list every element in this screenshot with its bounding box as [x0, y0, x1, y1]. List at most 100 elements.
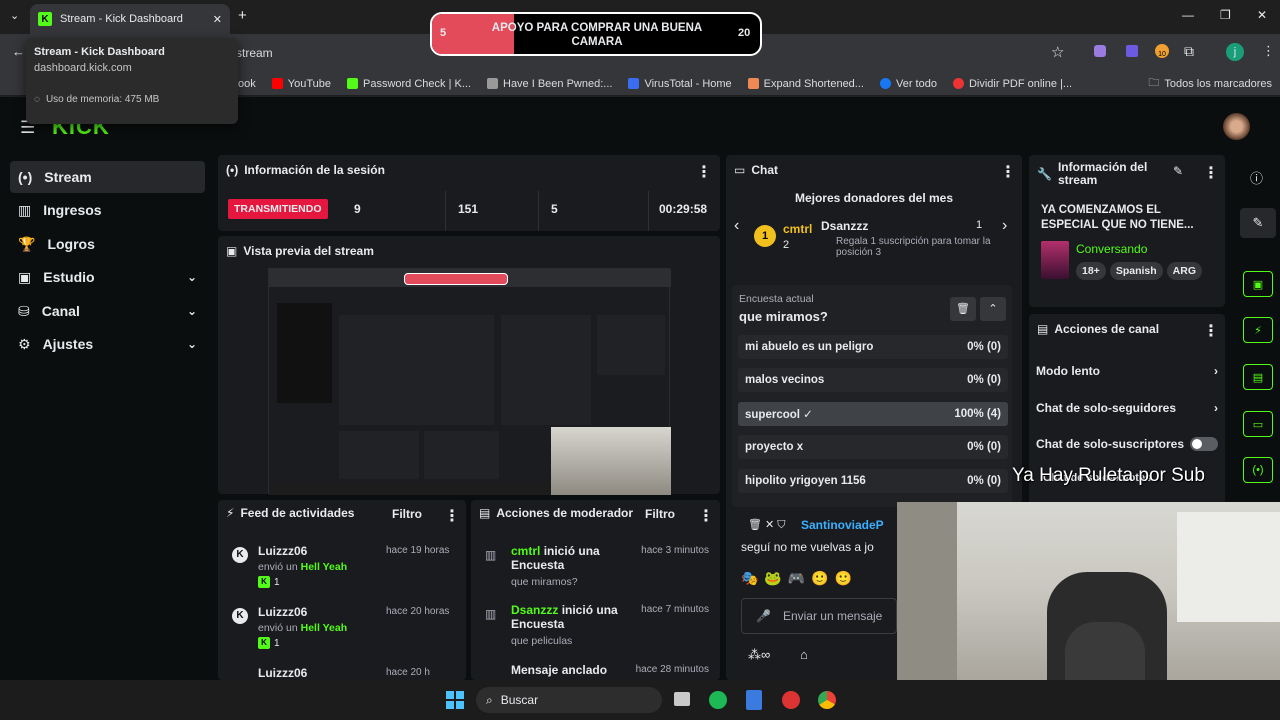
subs-only-row[interactable]: Chat de solo-suscriptores [1036, 437, 1218, 451]
menu-kebab-icon[interactable]: ⋮ [1262, 43, 1275, 59]
activity-feed-panel: ⚡ Feed de actividades Filtro ⋮ K Luizzz06… [218, 500, 466, 680]
notes-icon[interactable]: ▤ [1243, 364, 1273, 390]
chat-username[interactable]: SantinoviadeP [801, 518, 884, 532]
spotify-icon[interactable] [709, 691, 727, 709]
trash-icon[interactable]: 🗑 [950, 297, 976, 321]
gift-icon[interactable]: ⌂ [800, 647, 808, 662]
poll-option[interactable]: mi abuelo es un peligro 0% (0) [738, 335, 1008, 359]
minimize-icon[interactable]: — [1182, 8, 1194, 22]
goal-current: 5 [440, 27, 447, 39]
stream-preview-video[interactable] [268, 268, 671, 495]
all-bookmarks[interactable]: 🗀 Todos los marcadores [1148, 74, 1272, 93]
poll-option[interactable]: hipolito yrigoyen 1156 0% (0) [738, 469, 1008, 493]
donors-title: Mejores donadores del mes [794, 191, 954, 205]
chat-input[interactable]: 🎤 Enviar un mensaje [741, 598, 897, 634]
bookmark-item[interactable]: Dividir PDF online |... [952, 78, 1072, 90]
kick-favicon-icon: K [38, 12, 52, 26]
chevron-left-icon[interactable]: ‹ [734, 217, 739, 235]
sidebar-item-logros[interactable]: 🏆 Logros [10, 228, 205, 260]
bookmark-item[interactable]: ook [238, 78, 256, 90]
stream-title-text: YA COMENZAMOS EL ESPECIAL QUE NO TIENE..… [1041, 204, 1194, 231]
new-tab-button[interactable]: + [238, 7, 247, 24]
bookmark-item[interactable]: Password Check | K... [346, 78, 471, 90]
kick-emote-icon: K [258, 576, 270, 588]
feed-user[interactable]: Luizzz06 [258, 605, 307, 619]
poll-option[interactable]: malos vecinos 0% (0) [738, 368, 1008, 392]
tab-search-icon[interactable]: ⌄ [10, 9, 19, 22]
session-menu-icon[interactable]: ⋮ [696, 162, 712, 182]
memory-icon: ◌ [34, 94, 40, 105]
tab-title: Stream - Kick Dashboard [60, 13, 183, 25]
edit-pencil-icon[interactable]: ✎ [1173, 164, 1183, 178]
close-window-icon[interactable]: ✕ [1257, 8, 1267, 22]
bookmark-youtube[interactable]: YouTube [271, 78, 331, 90]
chevron-up-icon[interactable]: ⌃ [980, 297, 1006, 321]
mod-time: hace 28 minutos [635, 664, 709, 675]
edit-icon[interactable]: ✎ [1240, 208, 1276, 238]
slow-mode-row[interactable]: Modo lento › [1036, 364, 1218, 378]
sidebar-item-ingresos[interactable]: ▥ Ingresos [10, 194, 205, 226]
emote-picker-icon[interactable]: ⁂∞ [748, 647, 770, 663]
folder-icon: 🗀 [1148, 77, 1160, 89]
notepad-icon[interactable] [746, 690, 762, 710]
bookmark-item[interactable]: Expand Shortened... [747, 78, 864, 90]
user-avatar[interactable] [1223, 113, 1250, 140]
sidebar-item-stream[interactable]: (•) Stream [10, 161, 205, 193]
bookmark-star-icon[interactable]: ☆ [1051, 43, 1064, 61]
chevron-right-icon[interactable]: › [1002, 217, 1007, 235]
stat-subs: 5 [551, 202, 558, 216]
extensions-puzzle-icon[interactable]: ⧉ [1184, 43, 1194, 60]
bookmark-item[interactable]: VirusTotal - Home [628, 78, 732, 90]
chat-bubble-icon[interactable]: ▭ [1243, 411, 1273, 437]
ruleta-overlay-text: Ya Hay Ruleta por Sub [1012, 465, 1205, 486]
feed-user[interactable]: Luizzz06 [258, 666, 307, 680]
extension-badge[interactable]: 10 [1155, 44, 1169, 58]
mod-user: cmtrl [511, 544, 541, 558]
poll-label: Encuesta actual [739, 293, 814, 305]
sidebar-item-canal[interactable]: ⛁ Canal ⌄ [10, 295, 205, 327]
maximize-icon[interactable]: ❐ [1220, 8, 1231, 22]
info-icon[interactable]: ⓘ [1250, 168, 1263, 187]
app-icon[interactable] [782, 691, 800, 709]
donation-goal-banner: 5 APOYO PARA COMPRAR UNA BUENA CAMARA 20 [430, 12, 762, 56]
followers-only-row[interactable]: Chat de solo-seguidores › [1036, 401, 1218, 415]
donor-name[interactable]: cmtrl [783, 222, 812, 236]
category-name[interactable]: Conversando [1076, 242, 1147, 256]
chat-message: seguí no me vuelvas a jo [741, 540, 874, 554]
tab-close-icon[interactable]: ✕ [213, 13, 222, 26]
channel-actions-menu-icon[interactable]: ⋮ [1203, 321, 1219, 341]
address-bar[interactable]: stream [236, 46, 273, 60]
profile-avatar[interactable]: j [1226, 43, 1244, 61]
category-thumbnail[interactable] [1041, 241, 1069, 279]
back-icon[interactable]: ← [12, 44, 25, 59]
wrench-icon: 🔧 [1037, 166, 1052, 181]
poll-option[interactable]: proyecto x 0% (0) [738, 435, 1008, 459]
emote-bar[interactable]: 🎭🐸🎮🙂🙂 [741, 570, 897, 592]
extension-icon[interactable] [1094, 45, 1106, 57]
windows-start-icon[interactable] [446, 691, 464, 709]
bookmark-item[interactable]: Ver todo [879, 78, 937, 90]
extension-icon[interactable] [1126, 45, 1138, 57]
taskbar-search[interactable]: ⌕ Buscar [476, 687, 662, 713]
tab-stream[interactable]: K Stream - Kick Dashboard ✕ [30, 4, 230, 34]
sidebar-item-estudio[interactable]: ▣ Estudio ⌄ [10, 261, 205, 293]
screen-icon[interactable]: ▣ [1243, 271, 1273, 297]
mod-menu-icon[interactable]: ⋮ [698, 506, 714, 526]
stream-info-menu-icon[interactable]: ⋮ [1203, 163, 1219, 183]
preview-title: Vista previa del stream [243, 244, 374, 258]
mod-filter-button[interactable]: Filtro [645, 507, 675, 521]
search-icon: ⌕ [486, 692, 493, 707]
donor-name[interactable]: Dsanzzz [821, 219, 868, 233]
bookmark-item[interactable]: Have I Been Pwned:... [487, 78, 612, 90]
poll-icon: ▥ [485, 607, 497, 621]
sidebar-item-ajustes[interactable]: ⚙ Ajustes ⌄ [10, 328, 205, 360]
poll-option-selected[interactable]: supercool ✓ 100% (4) [738, 402, 1008, 426]
chrome-taskbar-icon[interactable] [818, 691, 836, 709]
feed-menu-icon[interactable]: ⋮ [444, 506, 460, 526]
feed-user[interactable]: Luizzz06 [258, 544, 307, 558]
chat-menu-icon[interactable]: ⋮ [1000, 162, 1016, 182]
broadcast-icon[interactable]: (•) [1243, 457, 1273, 483]
flash-icon[interactable]: ⚡ [1243, 317, 1273, 343]
task-view-icon[interactable] [674, 692, 690, 706]
feed-filter-button[interactable]: Filtro [392, 507, 422, 521]
